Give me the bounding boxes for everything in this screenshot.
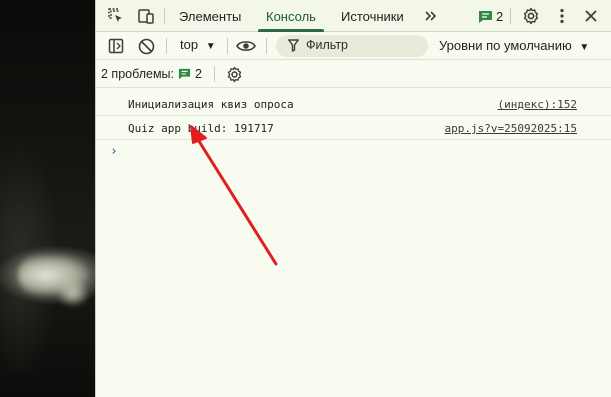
divider xyxy=(227,38,228,54)
chevron-down-icon: ▼ xyxy=(579,42,590,53)
log-levels-dropdown[interactable]: Уровни по умолчанию ▼ xyxy=(439,38,589,53)
issues-count: 2 xyxy=(195,67,202,81)
console-toolbar: top ▼ Фильтр Уровни по умолчанию ▼ xyxy=(96,32,611,60)
devtools-tabbar: Элементы Консоль Источники 2 xyxy=(96,0,611,32)
more-tabs-icon[interactable] xyxy=(421,6,441,26)
page-background xyxy=(0,0,95,397)
message-source-link[interactable]: (индекс):152 xyxy=(498,98,577,111)
tab-sources[interactable]: Источники xyxy=(341,0,404,31)
divider xyxy=(166,38,167,54)
message-source-link[interactable]: app.js?v=25092025:15 xyxy=(445,122,577,135)
message-text: Инициализация квиз опроса xyxy=(128,98,294,111)
message-text: Quiz app build: 191717 xyxy=(128,122,274,135)
gear-icon[interactable] xyxy=(224,64,244,84)
context-selector[interactable]: top ▼ xyxy=(180,37,216,52)
console-message: Инициализация квиз опроса (индекс):152 xyxy=(96,93,611,116)
context-value: top xyxy=(180,37,199,52)
gear-icon[interactable] xyxy=(521,6,541,26)
device-toolbar-icon[interactable] xyxy=(136,6,156,26)
console-prompt[interactable]: › xyxy=(110,144,118,159)
divider xyxy=(214,66,215,82)
console-message: Quiz app build: 191717 app.js?v=25092025… xyxy=(96,117,611,140)
blurred-light xyxy=(58,280,88,306)
issues-counter-button[interactable]: 2 xyxy=(478,8,503,25)
issues-label: 2 проблемы: xyxy=(101,67,174,81)
chevron-down-icon: ▼ xyxy=(205,41,216,52)
divider xyxy=(164,8,165,24)
filter-icon xyxy=(288,39,299,52)
divider xyxy=(266,38,267,54)
issues-link[interactable]: 2 проблемы: 2 xyxy=(101,67,202,81)
close-icon[interactable] xyxy=(581,6,601,26)
message-icon xyxy=(178,68,191,80)
issues-bar: 2 проблемы: 2 xyxy=(96,60,611,88)
log-levels-label: Уровни по умолчанию xyxy=(439,38,572,53)
inspect-element-icon[interactable] xyxy=(106,6,126,26)
tab-console[interactable]: Консоль xyxy=(258,0,324,32)
kebab-menu-icon[interactable] xyxy=(552,6,572,26)
tab-elements[interactable]: Элементы xyxy=(179,0,241,31)
filter-input[interactable]: Фильтр xyxy=(276,35,428,57)
divider xyxy=(510,8,511,24)
message-icon xyxy=(478,10,493,24)
devtools-panel: Элементы Консоль Источники 2 top ▼ Фильт… xyxy=(95,0,611,397)
issues-count: 2 xyxy=(496,9,504,24)
eye-icon[interactable] xyxy=(236,36,256,56)
filter-placeholder: Фильтр xyxy=(306,38,348,52)
sidebar-toggle-icon[interactable] xyxy=(106,36,126,56)
clear-console-icon[interactable] xyxy=(136,36,156,56)
